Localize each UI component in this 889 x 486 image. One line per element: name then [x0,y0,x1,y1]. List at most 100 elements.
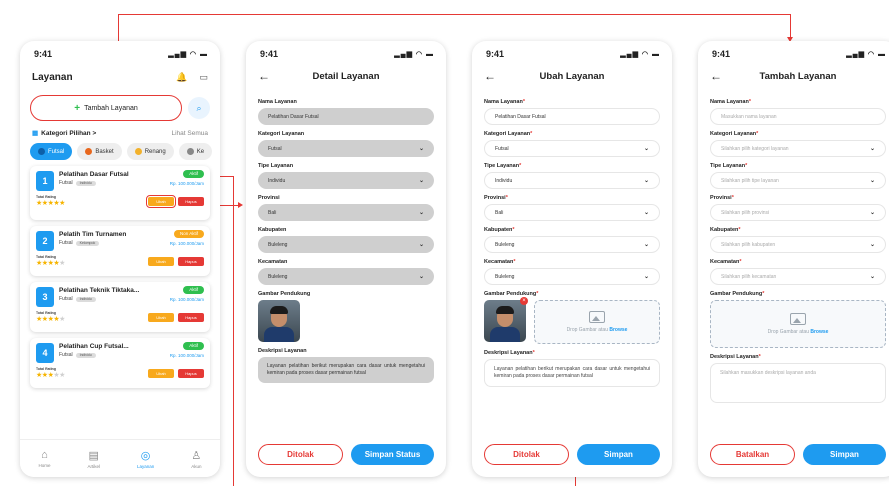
type-select: Individu ⌄ [258,172,434,189]
edit-button[interactable]: Ubah [146,195,176,208]
remove-photo-icon[interactable]: × [520,297,528,305]
navbar: ← Tambah Layanan [698,63,889,89]
field-value: Buleleng [495,273,515,280]
required-mark: * [748,99,751,105]
delete-button[interactable]: Hapus [178,257,204,266]
edit-button[interactable]: Ubah [148,369,174,378]
category-chips: Futsal Basket Renang Ke [20,143,220,160]
notification-icon[interactable]: 🔔 [176,72,187,83]
category-header: ▦ Kategori Pilihan > Lihat Semua [20,121,220,143]
card-subtitle: Futsal Kelompok [59,240,100,246]
field-label: Kecamatan* [710,259,886,265]
chip-basket[interactable]: Basket [77,143,122,160]
see-all-link[interactable]: Lihat Semua [172,130,209,137]
chip-more[interactable]: Ke [178,143,213,160]
grid-icon: ▦ [32,130,39,137]
chevron-down-icon: ⌄ [643,242,649,248]
chip-renang[interactable]: Renang [126,143,174,160]
chevron-down-icon: ⌄ [869,274,875,280]
tab-service[interactable]: ◎ Layanan [137,449,154,469]
tab-label: Layanan [136,463,155,469]
delete-button[interactable]: Hapus [178,369,204,378]
save-status-button[interactable]: Simpan Status [351,444,434,465]
browse-link[interactable]: Browse [609,327,627,333]
reject-button[interactable]: Ditolak [258,444,343,465]
add-service-button[interactable]: + Tambah Layanan [30,95,182,121]
category-select[interactable]: Silahkan pilih kategori layanan ⌄ [710,140,886,157]
card-number: 2 [36,231,54,251]
delete-button[interactable]: Hapus [178,313,204,322]
tab-account[interactable]: ♙ Akun [191,449,201,469]
browse-link[interactable]: Browse [810,329,828,335]
page-title: Ubah Layanan [539,70,605,82]
chip-futsal[interactable]: Futsal [30,143,73,160]
star-icon: ★ [59,372,65,379]
category-select[interactable]: Futsal ⌄ [484,140,660,157]
province-select[interactable]: Silahkan pilih provinsi ⌄ [710,204,886,221]
card-price: Rp. 100.000/Jam [169,241,204,246]
name-input[interactable]: Pelatihan Dasar Futsal [484,108,660,125]
chevron-down-icon: ⌄ [643,274,649,280]
name-input[interactable]: Masukkan nama layanan [710,108,886,125]
reject-button[interactable]: Ditolak [484,444,569,465]
chevron-down-icon: ⌄ [869,242,875,248]
status-bar: 9:41 ▂▄▆ ◠ ▬ [698,41,889,63]
image-dropzone[interactable]: Drop Gambar atau Browse [534,300,660,344]
rating-stars: ★★★★★ [36,199,65,207]
regency-select[interactable]: Silahkan pilih kabupaten ⌄ [710,236,886,253]
futsal-icon [38,148,45,155]
action-buttons: Ditolak Simpan Status [258,444,434,465]
label-text: Provinsi [710,195,732,201]
cancel-button[interactable]: Batalkan [710,444,795,465]
back-arrow-icon[interactable]: ← [710,69,722,83]
required-mark: * [745,163,748,169]
field-label: Provinsi* [484,195,660,201]
basketball-icon [85,148,93,155]
save-button[interactable]: Simpan [803,444,886,465]
search-button[interactable]: ⌕ [188,97,210,119]
field-label: Kategori Layanan* [484,131,660,137]
service-card[interactable]: 2 Pelatih Tim Turnamen Futsal Kelompok Non A… [30,226,210,276]
status-badge: Aktif [183,286,204,294]
image-dropzone[interactable]: Drop Gambar atau Browse [710,300,886,348]
regency-select[interactable]: Buleleng ⌄ [484,236,660,253]
back-arrow-icon[interactable]: ← [258,69,270,83]
tab-home[interactable]: ⌂ Home [38,449,50,468]
photo-row: × Drop Gambar atau Browse [484,297,660,344]
tab-article[interactable]: ▤ Artikel [87,449,100,469]
card-sport: Futsal [59,352,73,358]
card-subtitle: Futsal Individu [59,352,96,358]
save-button[interactable]: Simpan [577,444,660,465]
category-title[interactable]: Kategori Pilihan > [41,130,96,137]
province-select[interactable]: Bali ⌄ [484,204,660,221]
district-select[interactable]: Silahkan pilih kecamatan ⌄ [710,268,886,285]
card-actions: Ubah Hapus [148,313,204,322]
star-icon: ★ [59,316,65,323]
type-select[interactable]: Silahkan pilih tipe layanan ⌄ [710,172,886,189]
required-mark: * [756,131,759,137]
field-value: Bali [268,209,277,216]
service-card[interactable]: 4 Pelatihan Cup Futsal... Futsal Individu Ak… [30,338,210,388]
back-arrow-icon[interactable]: ← [484,69,496,83]
delete-button[interactable]: Hapus [178,197,204,206]
description-input[interactable]: Layanan pelatihan berikut merupakan cara… [484,359,660,387]
add-row: + Tambah Layanan ⌕ [20,91,220,121]
edit-button[interactable]: Ubah [148,313,174,322]
chat-icon[interactable]: ▭ [199,72,208,83]
district-select[interactable]: Buleleng ⌄ [484,268,660,285]
card-tag: Kelompok [75,240,100,246]
delete-label: Hapus [185,199,197,204]
description-input[interactable]: Silahkan masukkan deskripsi layanan anda [710,363,886,403]
chevron-down-icon: ⌄ [869,210,875,216]
type-select[interactable]: Individu ⌄ [484,172,660,189]
service-card[interactable]: 3 Pelatihan Teknik Tiktaka... Futsal Indivi… [30,282,210,332]
field-label: Kategori Layanan [258,131,305,137]
service-card[interactable]: 1 Pelatihan Dasar Futsal Futsal Individu Akt… [30,166,210,220]
image-icon [790,313,806,325]
add-form: Nama Layanan* Masukkan nama layanan Kate… [698,89,889,403]
status-time: 9:41 [712,49,731,59]
card-title: Pelatihan Dasar Futsal [59,171,129,178]
edit-form: Nama Layanan* Pelatihan Dasar Futsal Kat… [472,89,672,387]
edit-label: Ubah [156,371,166,376]
edit-button[interactable]: Ubah [148,257,174,266]
